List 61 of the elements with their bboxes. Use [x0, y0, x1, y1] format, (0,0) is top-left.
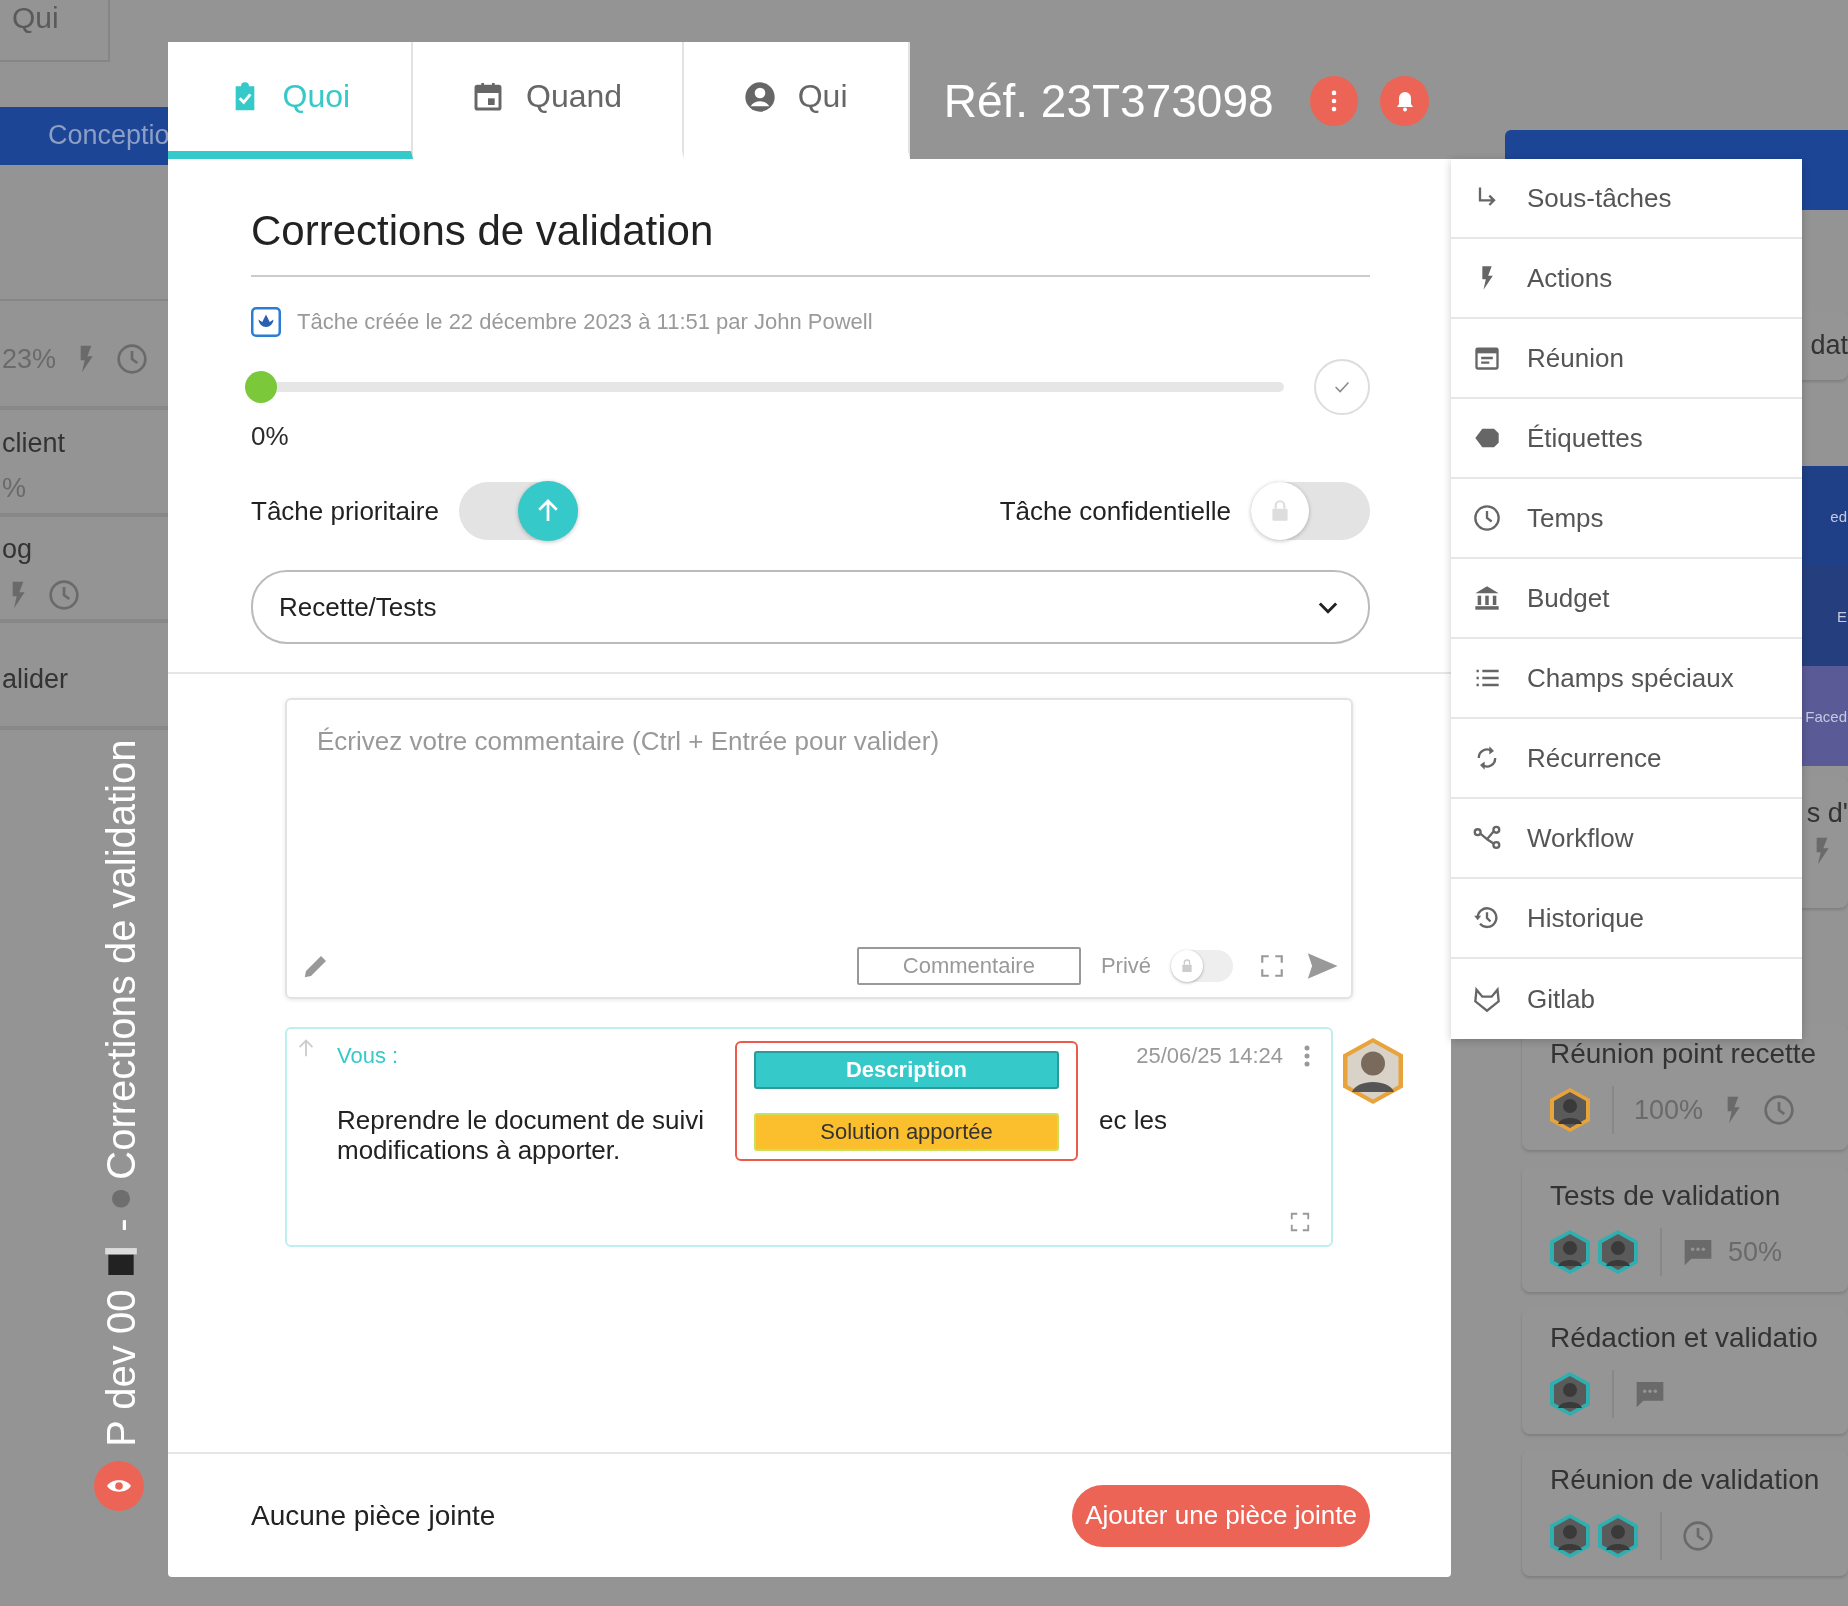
clock-icon	[1682, 1520, 1714, 1552]
toggle-label: Tâche prioritaire	[251, 495, 439, 527]
menu-item[interactable]: Récurrence	[1451, 719, 1802, 799]
menu-item[interactable]: Champs spéciaux	[1451, 639, 1802, 719]
menu-item[interactable]: Temps	[1451, 479, 1802, 559]
clock-icon	[116, 343, 149, 376]
cat-head-icon	[1473, 985, 1501, 1013]
progress-value: 0%	[251, 421, 289, 452]
attachments-empty: Aucune pièce jointe	[251, 1499, 496, 1532]
avatar	[1343, 1037, 1403, 1105]
phase-bar: Conceptio	[0, 106, 168, 165]
category-option[interactable]: Solution apportée	[754, 1113, 1059, 1151]
comment-text: ec les	[1099, 1105, 1167, 1135]
complete-button[interactable]	[1314, 359, 1370, 415]
reference-number: Réf. 23T373098	[943, 73, 1274, 128]
clock-icon	[1473, 504, 1501, 532]
clock-icon	[1763, 1094, 1796, 1126]
menu-item[interactable]: Actions	[1451, 239, 1802, 319]
progress-slider[interactable]	[245, 371, 1284, 403]
menu-item[interactable]: Étiquettes	[1451, 399, 1802, 479]
slider-thumb[interactable]	[245, 371, 277, 403]
priority-toggle[interactable]	[458, 482, 578, 540]
private-label: Privé	[1100, 953, 1151, 979]
fullscreen-icon[interactable]	[1259, 953, 1285, 979]
fullscreen-icon[interactable]	[1289, 1211, 1311, 1233]
toggle-label: Tâche confidentielle	[999, 495, 1231, 527]
project-label: P dev 00	[99, 1289, 144, 1447]
task-card[interactable]: Réunion de validation	[1522, 1450, 1848, 1576]
notification-button[interactable]	[1380, 75, 1429, 126]
tab[interactable]: Qui	[683, 42, 910, 159]
task-title: Corrections de validation	[251, 207, 1370, 277]
status-select[interactable]: Recette/Tests	[251, 570, 1370, 644]
clock-icon	[48, 579, 80, 612]
creation-info: Tâche créée le 22 décembre 2023 à 11:51 par John Powell	[297, 309, 873, 335]
column-header: Qui	[12, 0, 59, 36]
task-label: Corrections de validation	[99, 740, 144, 1181]
menu-item[interactable]: Réunion	[1451, 319, 1802, 399]
more-icon	[1330, 89, 1337, 112]
emblem-icon	[251, 307, 281, 337]
private-toggle[interactable]	[1171, 950, 1233, 982]
task-card[interactable]: Rédaction et validatio	[1522, 1308, 1848, 1434]
add-attachment-button[interactable]: Ajouter une pièce jointe	[1072, 1484, 1370, 1547]
dot-icon	[112, 1190, 131, 1209]
more-icon[interactable]	[1303, 1044, 1311, 1068]
menu-item[interactable]: Budget	[1451, 559, 1802, 639]
workflow-icon	[1473, 824, 1501, 852]
comment-text: modifications à apporter.	[337, 1135, 621, 1165]
tab[interactable]: Quand	[412, 42, 684, 159]
confidential-toggle[interactable]	[1251, 482, 1370, 540]
user-icon	[743, 80, 776, 113]
comment-author: Vous :	[337, 1043, 399, 1069]
menu-item[interactable]: Workflow	[1451, 799, 1802, 879]
lock-icon	[1179, 958, 1195, 974]
comment-date: 25/06/25 14:24	[1136, 1043, 1283, 1069]
menu-item[interactable]: Sous-tâches	[1451, 159, 1802, 239]
view-button[interactable]	[94, 1461, 144, 1511]
bank-icon	[1473, 584, 1501, 612]
menu-item[interactable]: Gitlab	[1451, 959, 1802, 1039]
menu-item[interactable]: Historique	[1451, 879, 1802, 959]
comment-text: Reprendre le document de suivi	[337, 1105, 705, 1135]
separator: -	[99, 1218, 144, 1232]
